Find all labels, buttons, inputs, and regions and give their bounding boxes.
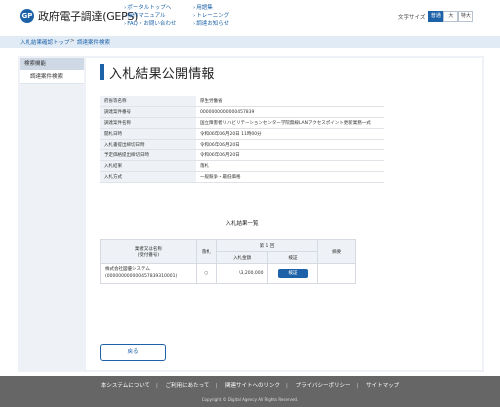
award-mark: ○ [195,263,217,284]
footer-link-related-sites[interactable]: 関連サイトへのリンク [225,383,280,389]
col-header-detail: 検証 [267,251,319,264]
info-label: 入札結果 [100,160,196,173]
table-row: 開札日時 令和06年06月20日 11時00分 [100,128,384,140]
col-header-amount: 入札金額 [215,251,269,264]
breadcrumb: 入札結果確認トップ > 調達案件検索 [0,36,500,48]
table-row: 入札書提出締切日時 令和06年06月20日 [100,139,384,151]
results-section-title: 入札結果一覧 [225,221,259,227]
site-header: GP 政府電子調達(GEPS) ›ポータルトップへ ›操作マニュアル ›FAQ・… [0,0,500,32]
chevron-right-icon: › [193,13,196,19]
chevron-right-icon: › [193,21,196,27]
info-label: 予定価格提出締切日時 [100,149,196,162]
breadcrumb-case-search[interactable]: 調達案件検索 [77,38,110,46]
chevron-right-icon: › [124,5,127,11]
info-value: 令和06年06月20日 [196,149,384,162]
table-row: 府省等名称 厚生労働省 [100,96,384,108]
title-accent-bar [100,64,104,80]
sidebar-item-case-search[interactable]: 調達案件検索 [20,70,84,84]
verify-button[interactable]: 検証 [277,269,308,278]
info-label: 入札書提出締切日時 [100,139,196,151]
table-row: 調達案件番号 0000000000000457839 [100,106,384,119]
col-header-bidder: 業者又は名称 (受付番号) [100,239,197,264]
chevron-right-icon: › [124,13,127,19]
table-row: 入札結果 落札 [100,160,384,173]
col-header-bidder-sub: (受付番号) [137,252,160,258]
col-header-award: 落札 [195,239,217,264]
breadcrumb-results-top[interactable]: 入札結果確認トップ [20,38,70,46]
bid-results-table: 業者又は名称 (受付番号) 落札 第 1 回 摘要 入札金額 検証 株式会社図優… [100,239,356,284]
site-logo[interactable]: GP 政府電子調達(GEPS) [20,8,138,24]
nav-manual[interactable]: ›操作マニュアル [124,12,176,20]
footer-link-privacy[interactable]: プライバシーポリシー [296,383,351,389]
nav-portal-top[interactable]: ›ポータルトップへ [124,4,176,12]
nav-training[interactable]: ›トレーニング [193,12,229,20]
info-label: 調達案件名称 [100,117,196,129]
info-label: 府省等名称 [100,96,196,108]
detail-cell: 検証 [267,263,319,284]
table-row: 予定価格提出締切日時 令和06年06月20日 [100,149,384,162]
footer-link-about[interactable]: 本システムについて [101,383,150,389]
footer-links: 本システムについて | ご利用にあたって | 関連サイトへのリンク | プライバシーポ… [0,381,500,389]
geps-logo-icon: GP [20,9,34,23]
bidder-receipt-number: (000000000000457839310001) [105,273,178,279]
col-header-remarks: 摘要 [317,239,356,264]
breadcrumb-separator: > [70,38,75,44]
page-title: 入札結果公開情報 [109,67,215,82]
bid-amount: \3,200,000 [215,263,269,284]
footer-separator: | [156,383,158,389]
footer-separator: | [356,383,359,389]
nav-procurement-notices[interactable]: ›調達お知らせ [193,20,229,28]
font-size-switcher: 文字サイズ 普通 大 特大 [398,11,474,22]
font-size-large-button[interactable]: 大 [443,11,459,22]
header-nav-right: ›用語集 ›トレーニング ›調達お知らせ [193,4,229,28]
sidebar: 検索機能 調達案件検索 [20,58,84,84]
nav-faq[interactable]: ›FAQ・お問い合わせ [124,20,176,28]
info-label: 入札方式 [100,171,196,183]
info-value: 一般競争・最低価格 [196,171,384,183]
info-value: 令和06年06月20日 11時00分 [196,128,384,140]
col-header-round: 第 1 回 [215,239,319,252]
site-footer: 本システムについて | ご利用にあたって | 関連サイトへのリンク | プライバシーポ… [0,376,500,407]
info-value: 厚生労働省 [196,96,384,108]
chevron-right-icon: › [193,5,196,11]
copyright: Copyright © Digital Agency All Rights Re… [201,397,299,402]
footer-link-sitemap[interactable]: サイトマップ [366,383,399,389]
header-nav-left: ›ポータルトップへ ›操作マニュアル ›FAQ・お問い合わせ [124,4,176,28]
info-label: 開札日時 [100,128,196,140]
info-value: 国立障害者リハビリテーションセンター学院無線LANアクセスポイント更新業務一式 [196,117,384,129]
font-size-label: 文字サイズ [398,14,426,21]
remarks-cell [317,263,356,284]
nav-glossary[interactable]: ›用語集 [193,4,229,12]
table-row: 調達案件名称 国立障害者リハビリテーションセンター学院無線LANアクセスポイント更… [100,117,384,129]
info-value: 0000000000000457839 [196,106,384,119]
font-size-xlarge-button[interactable]: 特大 [458,11,474,22]
info-label: 調達案件番号 [100,106,196,119]
info-value: 令和06年06月20日 [196,139,384,151]
bidder-cell: 株式会社図優システム (000000000000457839310001) [100,263,197,284]
footer-separator: | [215,383,218,389]
table-row: 株式会社図優システム (000000000000457839310001) ○ … [100,263,356,284]
bid-info-table: 府省等名称 厚生労働省 調達案件番号 0000000000000457839 調達案… [100,96,384,183]
chevron-right-icon: › [124,21,127,27]
sidebar-heading: 検索機能 [20,58,84,70]
table-row: 入札方式 一般競争・最低価格 [100,171,384,183]
footer-separator: | [286,383,288,389]
footer-link-terms[interactable]: ご利用にあたって [166,383,210,389]
info-value: 落札 [196,160,384,173]
back-button[interactable]: 戻る [100,344,166,361]
font-size-normal-button[interactable]: 普通 [428,11,444,22]
